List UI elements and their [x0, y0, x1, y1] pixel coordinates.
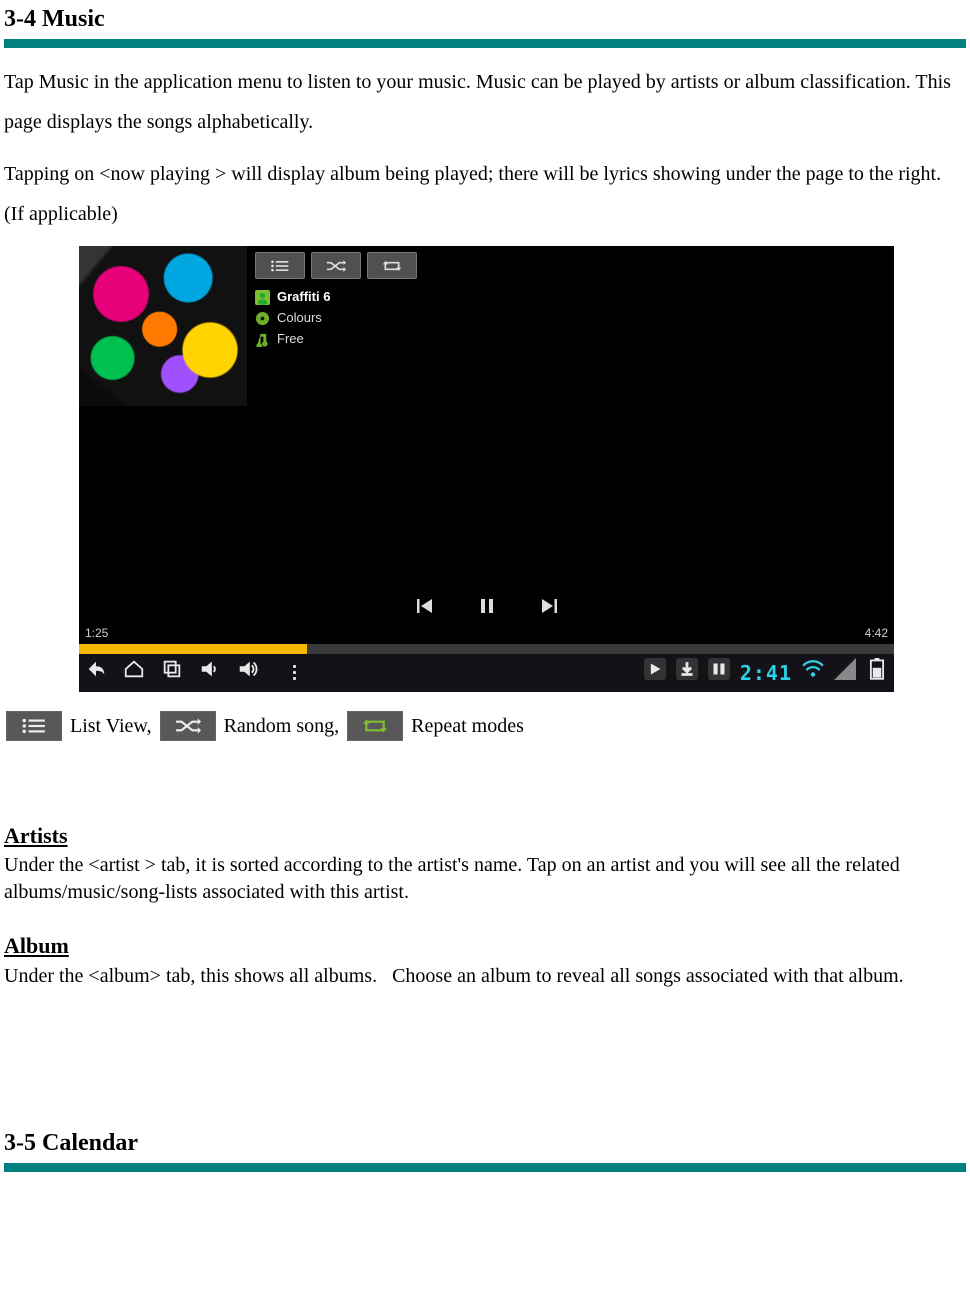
section-heading-music: 3-4 Music — [4, 4, 966, 35]
icon-legend: List View, Random song, Repeat modes — [4, 706, 966, 746]
next-button[interactable] — [540, 596, 558, 622]
wifi-icon[interactable] — [802, 658, 824, 687]
teal-divider-2 — [4, 1163, 966, 1172]
track-row[interactable]: Free — [255, 331, 888, 348]
music-app-screenshot: Graffiti 6 Colours Free — [79, 246, 894, 692]
album-subheading: Album — [4, 932, 966, 961]
legend-shuffle-label: Random song, — [224, 706, 340, 746]
intro-paragraph-1: Tap Music in the application menu to lis… — [4, 62, 966, 142]
volume-up-icon[interactable] — [237, 658, 259, 687]
system-clock[interactable]: 2:41 — [740, 660, 792, 686]
progress-bar[interactable] — [79, 644, 894, 654]
now-playing-empty-area — [79, 406, 894, 586]
playing-indicator-icon[interactable] — [644, 658, 666, 687]
pause-button[interactable] — [478, 596, 496, 622]
section-heading-calendar: 3-5 Calendar — [4, 1128, 966, 1159]
album-icon — [255, 311, 270, 326]
album-art[interactable] — [79, 246, 247, 406]
album-text: Under the <album> tab, this shows all al… — [4, 963, 966, 990]
repeat-button[interactable] — [367, 252, 417, 279]
overflow-menu-icon[interactable] — [293, 665, 296, 680]
track-name: Free — [277, 331, 304, 348]
signal-icon[interactable] — [834, 658, 856, 687]
legend-list-icon — [6, 711, 62, 741]
elapsed-time: 1:25 — [85, 626, 108, 642]
album-row[interactable]: Colours — [255, 310, 888, 327]
home-icon[interactable] — [123, 658, 145, 687]
intro-paragraph-2: Tapping on <now playing > will display a… — [4, 154, 966, 234]
album-name: Colours — [277, 310, 322, 327]
download-indicator-icon[interactable] — [676, 658, 698, 687]
artist-icon — [255, 290, 270, 305]
playback-controls — [79, 586, 894, 626]
legend-repeat-label: Repeat modes — [411, 706, 524, 746]
settings-indicator-icon[interactable] — [708, 658, 730, 687]
now-playing-top: Graffiti 6 Colours Free — [79, 246, 894, 406]
recent-apps-icon[interactable] — [161, 658, 183, 687]
total-time: 4:42 — [865, 626, 888, 642]
legend-repeat-icon — [347, 711, 403, 741]
legend-list-label: List View, — [70, 706, 152, 746]
back-icon[interactable] — [85, 658, 107, 687]
artists-subheading: Artists — [4, 822, 966, 851]
teal-divider — [4, 39, 966, 48]
artists-text: Under the <artist > tab, it is sorted ac… — [4, 852, 966, 906]
shuffle-button[interactable] — [311, 252, 361, 279]
volume-down-icon[interactable] — [199, 658, 221, 687]
artist-name: Graffiti 6 — [277, 289, 330, 306]
previous-button[interactable] — [416, 596, 434, 622]
battery-icon[interactable] — [866, 658, 888, 687]
artist-row[interactable]: Graffiti 6 — [255, 289, 888, 306]
track-icon — [255, 332, 270, 347]
legend-shuffle-icon — [160, 711, 216, 741]
list-view-button[interactable] — [255, 252, 305, 279]
system-nav-bar: 2:41 — [79, 654, 894, 692]
